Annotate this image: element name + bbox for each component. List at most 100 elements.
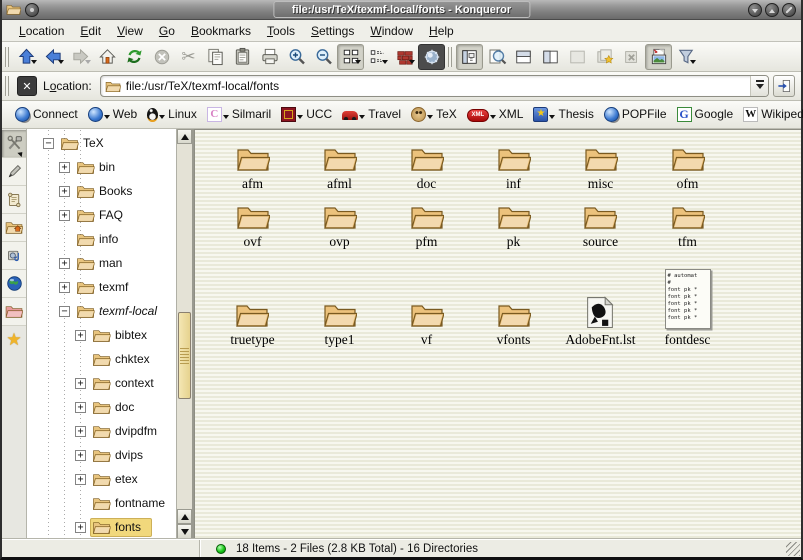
zoom-in-button[interactable]	[283, 44, 310, 70]
sidebar-annotate-button[interactable]	[2, 158, 26, 186]
tree-expander[interactable]	[59, 258, 70, 269]
file-item[interactable]: # automat # font pk * font pk * font pk …	[410, 145, 444, 194]
menu-item[interactable]: Help	[422, 22, 461, 40]
icon-view-button[interactable]	[337, 44, 364, 70]
tree-expander[interactable]	[59, 210, 70, 221]
window-menu-folder-icon[interactable]	[6, 3, 21, 16]
tree-expander[interactable]	[75, 522, 86, 533]
maximize-button[interactable]	[765, 3, 779, 17]
file-item[interactable]: # automat # font pk * font pk * font pk …	[671, 145, 705, 194]
file-item[interactable]: # automat # font pk * font pk * font pk …	[671, 203, 705, 252]
file-item[interactable]: # automat # font pk * font pk * font pk …	[584, 145, 618, 194]
bookmark-item[interactable]: Travel	[338, 104, 407, 126]
tree-item[interactable]: etex	[27, 467, 176, 491]
tree-expander[interactable]	[59, 162, 70, 173]
scroll-down-button[interactable]	[177, 524, 192, 539]
tree-item[interactable]: doc	[27, 395, 176, 419]
paste-button[interactable]	[229, 44, 256, 70]
bookmark-item[interactable]: Connect	[11, 104, 84, 126]
tree-item[interactable]: Books	[27, 179, 176, 203]
tree-expander[interactable]	[75, 402, 86, 413]
toolbar-handle[interactable]	[5, 76, 9, 96]
toolbar-handle[interactable]	[448, 47, 452, 67]
tree-expander[interactable]	[43, 138, 54, 149]
tree-expander[interactable]	[75, 378, 86, 389]
file-item[interactable]: # automat # font pk * font pk * font pk …	[497, 301, 531, 350]
tree-expander[interactable]	[75, 474, 86, 485]
menu-item[interactable]: Go	[152, 22, 182, 40]
tree-scrollbar[interactable]	[176, 129, 192, 539]
zoom-out-button[interactable]	[310, 44, 337, 70]
go-button[interactable]	[773, 75, 795, 97]
titlebar[interactable]: file:/usr/TeX/texmf-local/fonts - Konque…	[2, 0, 801, 20]
tree-item[interactable]: FAQ	[27, 203, 176, 227]
file-item[interactable]: # automat # font pk * font pk * font pk …	[410, 301, 444, 350]
minimize-button[interactable]	[748, 3, 762, 17]
file-item[interactable]: # automat # font pk * font pk * font pk …	[230, 301, 274, 350]
tree-expander[interactable]	[59, 282, 70, 293]
scroll-up-button[interactable]	[177, 129, 192, 144]
print-button[interactable]	[256, 44, 283, 70]
split-view-top-bottom-button[interactable]	[510, 44, 537, 70]
tree-item[interactable]: fonts	[27, 515, 176, 539]
menu-item[interactable]: Bookmarks	[184, 22, 258, 40]
tree-item[interactable]: texmf-local	[27, 299, 176, 323]
tree-item[interactable]: texmf	[27, 275, 176, 299]
bookmark-item[interactable]: W Wikipedia	[739, 104, 803, 126]
sidebar-services-button[interactable]	[2, 242, 26, 270]
sticky-button[interactable]	[25, 3, 39, 17]
sidebar-bookmarks-button[interactable]: ★	[2, 326, 26, 354]
sidebar-home-directory-button[interactable]	[2, 214, 26, 242]
detailed-view-button[interactable]	[418, 44, 445, 70]
clear-location-button[interactable]: ✕	[17, 76, 37, 96]
bookmark-item[interactable]: C Silmaril	[203, 104, 277, 126]
file-item[interactable]: # automat # font pk * font pk * font pk …	[565, 296, 635, 350]
menu-item[interactable]: Edit	[73, 22, 108, 40]
tree-item[interactable]: man	[27, 251, 176, 275]
tree-item[interactable]: fontname	[27, 491, 176, 515]
bookmark-item[interactable]: G Google	[673, 104, 740, 126]
menu-item[interactable]: Window	[363, 22, 420, 40]
tree-item[interactable]: bin	[27, 155, 176, 179]
show-sidebar-button[interactable]	[456, 44, 483, 70]
bookmark-item[interactable]: XML XML	[463, 104, 530, 126]
sidebar-root-directory-button[interactable]	[2, 298, 26, 326]
multicolumn-view-button[interactable]	[391, 44, 418, 70]
tree-item[interactable]: TeX	[27, 131, 176, 155]
home-button[interactable]	[94, 44, 121, 70]
bookmark-item[interactable]: ★ Thesis	[529, 104, 599, 126]
up-button[interactable]	[13, 44, 40, 70]
back-button[interactable]	[40, 44, 67, 70]
bookmark-item[interactable]: Linux	[143, 104, 203, 126]
file-item[interactable]: # automat # font pk * font pk * font pk …	[323, 145, 357, 194]
bookmark-item[interactable]: POPFile	[600, 104, 673, 126]
tree-expander[interactable]	[59, 306, 70, 317]
tree-expander[interactable]	[75, 450, 86, 461]
tree-item[interactable]: info	[27, 227, 176, 251]
file-item[interactable]: # automat # font pk * font pk * font pk …	[323, 301, 357, 350]
list-view-button[interactable]	[364, 44, 391, 70]
bookmark-item[interactable]: Web	[84, 104, 143, 126]
resize-grip[interactable]	[786, 542, 800, 556]
menu-item[interactable]: Settings	[304, 22, 361, 40]
tree-item[interactable]: chktex	[27, 347, 176, 371]
menu-item[interactable]: Tools	[260, 22, 302, 40]
file-item[interactable]: # automat # font pk * font pk * font pk …	[497, 203, 531, 252]
bookmark-item[interactable]: TeX	[407, 104, 463, 126]
image-preview-button[interactable]	[645, 44, 672, 70]
copy-button[interactable]	[202, 44, 229, 70]
reload-button[interactable]	[121, 44, 148, 70]
tree-expander[interactable]	[75, 330, 86, 341]
split-view-left-right-button[interactable]	[537, 44, 564, 70]
toolbar-handle[interactable]	[5, 47, 9, 67]
sidebar-configure-button[interactable]	[2, 130, 26, 158]
bookmark-item[interactable]: UCC	[277, 104, 338, 126]
menu-item[interactable]: Location	[12, 22, 71, 40]
filter-button[interactable]	[672, 44, 699, 70]
file-item[interactable]: # automat # font pk * font pk * font pk …	[665, 269, 711, 350]
tree-item[interactable]: bibtex	[27, 323, 176, 347]
file-item[interactable]: # automat # font pk * font pk * font pk …	[236, 203, 270, 252]
tree-item[interactable]: dvips	[27, 443, 176, 467]
preview-button[interactable]	[483, 44, 510, 70]
tree-item[interactable]: context	[27, 371, 176, 395]
